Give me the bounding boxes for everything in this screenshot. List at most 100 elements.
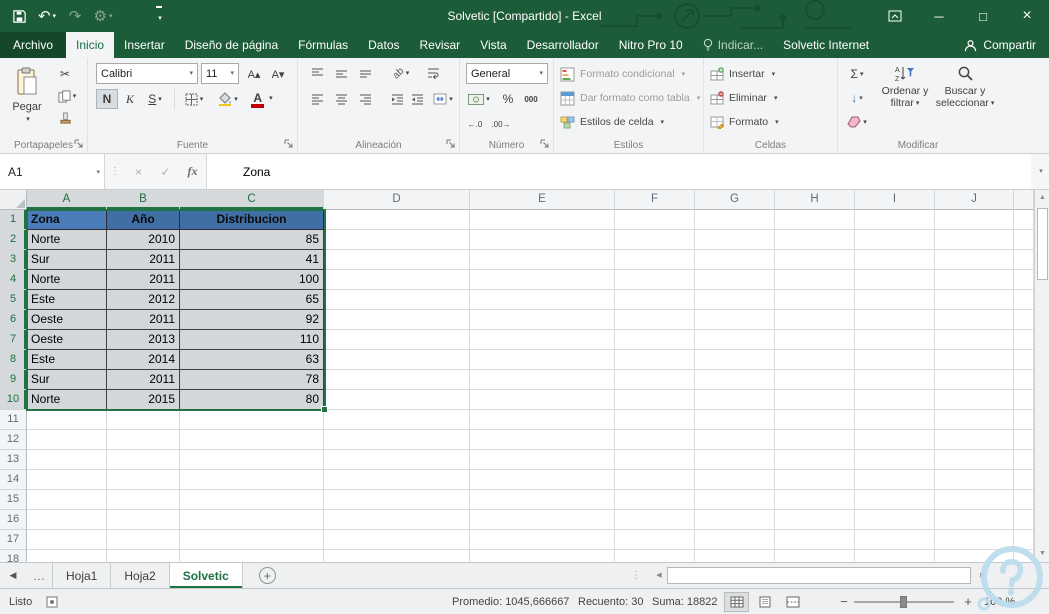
cell-F12[interactable]: [615, 430, 695, 450]
cell-B17[interactable]: [107, 530, 180, 550]
tab-datos[interactable]: Datos: [358, 32, 409, 58]
cell-C2[interactable]: 85: [180, 230, 324, 250]
dialog-launcher-icon[interactable]: [540, 139, 550, 149]
cell-E9[interactable]: [470, 370, 615, 390]
column-header-E[interactable]: E: [470, 190, 615, 210]
cell-B18[interactable]: [107, 550, 180, 562]
cell-C8[interactable]: 63: [180, 350, 324, 370]
cell-A6[interactable]: Oeste: [27, 310, 107, 330]
cell-B10[interactable]: 2015: [107, 390, 180, 410]
cell-E18[interactable]: [470, 550, 615, 562]
horizontal-scrollbar-thumb[interactable]: [667, 567, 971, 584]
normal-view-button[interactable]: [724, 592, 749, 612]
bold-button[interactable]: N: [96, 89, 118, 109]
cell-E5[interactable]: [470, 290, 615, 310]
cell-B8[interactable]: 2014: [107, 350, 180, 370]
align-right-button[interactable]: [354, 89, 376, 109]
cell-K5[interactable]: [1014, 290, 1034, 310]
decrease-indent-button[interactable]: [386, 89, 408, 109]
cell-D14[interactable]: [324, 470, 470, 490]
cell-G14[interactable]: [695, 470, 775, 490]
cell-G5[interactable]: [695, 290, 775, 310]
cell-K8[interactable]: [1014, 350, 1034, 370]
format-as-table-button[interactable]: Dar formato como tabla: [560, 88, 700, 108]
tab-diseno-de-pagina[interactable]: Diseño de página: [175, 32, 288, 58]
cell-B4[interactable]: 2011: [107, 270, 180, 290]
cell-D16[interactable]: [324, 510, 470, 530]
copy-button[interactable]: [52, 86, 82, 106]
cell-I14[interactable]: [855, 470, 935, 490]
row-header-5[interactable]: 5: [0, 290, 27, 310]
cell-H17[interactable]: [775, 530, 855, 550]
cell-C9[interactable]: 78: [180, 370, 324, 390]
cell-G4[interactable]: [695, 270, 775, 290]
zoom-slider[interactable]: [854, 596, 954, 608]
vertical-scrollbar[interactable]: ▲ ▼: [1034, 190, 1049, 562]
percent-style-button[interactable]: %: [497, 89, 519, 109]
cell-K2[interactable]: [1014, 230, 1034, 250]
cell-G6[interactable]: [695, 310, 775, 330]
increase-decimal-button[interactable]: ←.0: [464, 114, 486, 134]
decrease-decimal-button[interactable]: .00→: [490, 114, 512, 134]
cell-C5[interactable]: 65: [180, 290, 324, 310]
cell-D15[interactable]: [324, 490, 470, 510]
number-format-select[interactable]: General: [466, 63, 548, 84]
autosum-button[interactable]: Σ: [842, 64, 872, 84]
row-header-14[interactable]: 14: [0, 470, 27, 490]
cell-A12[interactable]: [27, 430, 107, 450]
cell-D9[interactable]: [324, 370, 470, 390]
cell-C4[interactable]: 100: [180, 270, 324, 290]
scroll-up-button[interactable]: ▲: [1035, 190, 1049, 206]
zoom-out-button[interactable]: −: [836, 594, 852, 609]
cell-E10[interactable]: [470, 390, 615, 410]
cell-J15[interactable]: [935, 490, 1014, 510]
cell-G3[interactable]: [695, 250, 775, 270]
cell-I7[interactable]: [855, 330, 935, 350]
ribbon-display-options-button[interactable]: [873, 0, 917, 32]
zoom-slider-thumb[interactable]: [900, 596, 907, 608]
cell-K4[interactable]: [1014, 270, 1034, 290]
cell-E4[interactable]: [470, 270, 615, 290]
tab-tell-me[interactable]: Indicar...: [693, 32, 773, 58]
cell-C15[interactable]: [180, 490, 324, 510]
cell-E16[interactable]: [470, 510, 615, 530]
cell-styles-button[interactable]: Estilos de celda: [560, 112, 664, 132]
cell-B6[interactable]: 2011: [107, 310, 180, 330]
cell-J10[interactable]: [935, 390, 1014, 410]
cell-H2[interactable]: [775, 230, 855, 250]
dialog-launcher-icon[interactable]: [284, 139, 294, 149]
cell-J3[interactable]: [935, 250, 1014, 270]
cell-I8[interactable]: [855, 350, 935, 370]
cell-E3[interactable]: [470, 250, 615, 270]
font-color-button[interactable]: A: [248, 88, 278, 108]
cell-I9[interactable]: [855, 370, 935, 390]
column-header-partial[interactable]: [1014, 190, 1034, 210]
cell-C7[interactable]: 110: [180, 330, 324, 350]
row-header-13[interactable]: 13: [0, 450, 27, 470]
cell-H10[interactable]: [775, 390, 855, 410]
cell-K11[interactable]: [1014, 410, 1034, 430]
cell-D18[interactable]: [324, 550, 470, 562]
find-select-button[interactable]: Buscar y seleccionar: [936, 62, 994, 140]
cell-E11[interactable]: [470, 410, 615, 430]
cell-F2[interactable]: [615, 230, 695, 250]
cell-A7[interactable]: Oeste: [27, 330, 107, 350]
enter-button[interactable]: ✓: [152, 154, 179, 189]
cell-B9[interactable]: 2011: [107, 370, 180, 390]
cell-C12[interactable]: [180, 430, 324, 450]
align-top-button[interactable]: [306, 63, 328, 83]
page-layout-view-button[interactable]: [752, 592, 777, 612]
cell-F5[interactable]: [615, 290, 695, 310]
cell-E1[interactable]: [470, 210, 615, 230]
cell-A13[interactable]: [27, 450, 107, 470]
cell-G8[interactable]: [695, 350, 775, 370]
underline-button[interactable]: S: [140, 89, 170, 109]
font-size-select[interactable]: 11: [201, 63, 239, 84]
sheet-tab-hoja2[interactable]: Hoja2: [111, 563, 170, 588]
merge-center-button[interactable]: [428, 89, 458, 109]
expand-formula-bar-button[interactable]: [1031, 154, 1049, 189]
cell-E7[interactable]: [470, 330, 615, 350]
cell-C10[interactable]: 80: [180, 390, 324, 410]
accounting-format-button[interactable]: [464, 89, 494, 109]
tab-insertar[interactable]: Insertar: [114, 32, 175, 58]
